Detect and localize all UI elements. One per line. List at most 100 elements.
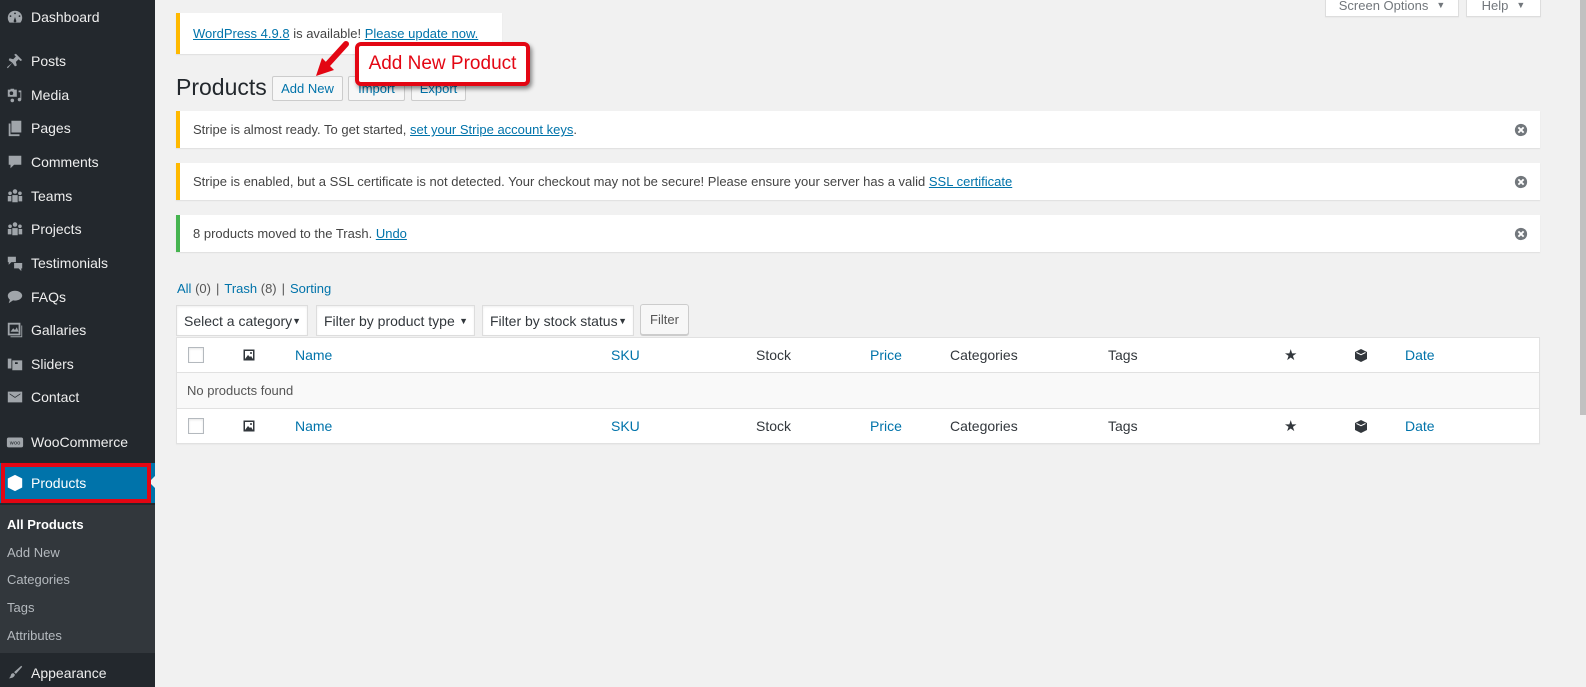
screen-options-button[interactable]: Screen Options ▼ (1325, 0, 1459, 17)
category-select[interactable]: Select a category ▼ (176, 305, 308, 336)
tags-column-header: Tags (1108, 347, 1138, 363)
page-title: Products (176, 74, 267, 100)
product-box-icon (0, 474, 30, 492)
select-all-checkbox-footer[interactable] (188, 418, 204, 434)
sidebar-item-label: Products (31, 475, 87, 491)
sidebar-item-label: Teams (31, 188, 73, 204)
update-now-link[interactable]: Please update now. (365, 26, 478, 41)
testimonial-icon (0, 254, 30, 272)
caret-down-icon: ▼ (1516, 0, 1526, 10)
sidebar-item-products[interactable]: Products (0, 463, 155, 503)
star-icon[interactable]: ★ (1284, 409, 1297, 443)
image-icon (243, 349, 255, 361)
submenu-categories[interactable]: Categories (0, 566, 155, 594)
groups-icon (0, 220, 30, 238)
dismiss-icon[interactable] (1514, 123, 1528, 137)
sidebar-item-pages[interactable]: Pages (0, 111, 155, 145)
tags-column-footer: Tags (1108, 418, 1138, 434)
price-column-footer[interactable]: Price (870, 409, 902, 443)
name-column-footer[interactable]: Name (295, 409, 332, 443)
sidebar-item-label: Dashboard (31, 9, 100, 25)
notice-suffix: . (573, 122, 577, 137)
sidebar-item-faqs[interactable]: FAQs (0, 280, 155, 314)
help-label: Help (1481, 0, 1509, 13)
view-trash[interactable]: Trash (8) (224, 281, 276, 296)
sidebar-item-testimonials[interactable]: Testimonials (0, 246, 155, 280)
sidebar-item-projects[interactable]: Projects (0, 212, 155, 246)
svg-text:woo: woo (10, 441, 21, 447)
sidebar-item-woocommerce[interactable]: woo WooCommerce (0, 425, 155, 459)
submenu-attributes[interactable]: Attributes (0, 621, 155, 649)
category-select-value: Select a category (184, 312, 293, 329)
price-column-header[interactable]: Price (870, 338, 902, 372)
products-submenu: All Products Add New Categories Tags Att… (0, 505, 155, 653)
notice-text: 8 products moved to the Trash. (193, 226, 376, 241)
sidebar-item-comments[interactable]: Comments (0, 145, 155, 179)
view-sorting-link[interactable]: Sorting (290, 281, 331, 296)
ssl-certificate-link[interactable]: SSL certificate (929, 174, 1012, 189)
stock-status-select-value: Filter by stock status (490, 312, 618, 329)
filter-button[interactable]: Filter (640, 304, 689, 335)
view-filters: All (0) | Trash (8) | Sorting (177, 281, 331, 296)
wordpress-version-link[interactable]: WordPress 4.9.8 (193, 26, 290, 41)
table-empty-row: No products found (177, 373, 1539, 408)
sidebar-item-posts[interactable]: Posts (0, 44, 155, 78)
annotation-arrow-icon (316, 41, 349, 76)
comment-icon (0, 153, 30, 171)
woocommerce-icon: woo (0, 433, 30, 451)
gallery-icon (0, 321, 30, 339)
view-all-link[interactable]: All (177, 281, 191, 296)
view-all[interactable]: All (0) (177, 281, 211, 296)
notice-text: Stripe is almost ready. To get started, (193, 122, 411, 137)
star-icon[interactable]: ★ (1284, 338, 1297, 372)
sidebar-item-dashboard[interactable]: Dashboard (0, 0, 155, 34)
screen-options-label: Screen Options (1338, 0, 1429, 13)
categories-column-footer: Categories (950, 418, 1018, 434)
undo-link[interactable]: Undo (376, 226, 407, 241)
sku-column-footer[interactable]: SKU (611, 409, 640, 443)
date-column-header[interactable]: Date (1405, 338, 1435, 372)
pages-icon (0, 119, 30, 137)
trash-notice: 8 products moved to the Trash. Undo (176, 215, 1540, 252)
sidebar-item-appearance[interactable]: Appearance (0, 656, 155, 687)
table-footer-row: Name SKU Stock Price Categories Tags ★ D… (177, 408, 1539, 443)
submenu-add-new[interactable]: Add New (0, 539, 155, 567)
stock-column-footer: Stock (756, 418, 792, 434)
view-sorting[interactable]: Sorting (290, 281, 331, 296)
media-icon (0, 86, 30, 104)
stock-status-select[interactable]: Filter by stock status ▼ (482, 305, 634, 336)
dismiss-icon[interactable] (1514, 175, 1528, 189)
sidebar-item-contact[interactable]: Contact (0, 380, 155, 414)
sidebar-item-label: WooCommerce (31, 434, 128, 450)
sidebar-item-gallaries[interactable]: Gallaries (0, 313, 155, 347)
product-type-icon (1355, 409, 1367, 443)
submenu-tags[interactable]: Tags (0, 594, 155, 622)
view-trash-link[interactable]: Trash (224, 281, 257, 296)
groups-icon (0, 187, 30, 205)
sku-column-header[interactable]: SKU (611, 338, 640, 372)
stripe-keys-link[interactable]: set your Stripe account keys (410, 122, 573, 137)
stripe-ssl-notice: Stripe is enabled, but a SSL certificate… (176, 163, 1540, 200)
scrollbar-thumb[interactable] (1580, 0, 1586, 415)
date-column-footer[interactable]: Date (1405, 409, 1435, 443)
sidebar-item-label: Gallaries (31, 322, 87, 338)
slides-icon (0, 355, 30, 373)
sidebar-item-sliders[interactable]: Sliders (0, 347, 155, 381)
sidebar-item-label: Appearance (31, 665, 107, 681)
dismiss-icon[interactable] (1514, 227, 1528, 241)
sidebar-item-teams[interactable]: Teams (0, 179, 155, 213)
sidebar-item-media[interactable]: Media (0, 78, 155, 112)
current-menu-pointer (149, 474, 157, 490)
select-all-checkbox[interactable] (188, 347, 204, 363)
product-type-select[interactable]: Filter by product type ▼ (316, 305, 475, 336)
caret-down-icon: ▼ (459, 315, 468, 326)
caret-down-icon: ▼ (292, 315, 301, 326)
caret-down-icon: ▼ (1436, 0, 1446, 10)
name-column-header[interactable]: Name (295, 338, 332, 372)
sidebar-item-label: Projects (31, 221, 82, 237)
dashboard-icon (0, 8, 30, 26)
view-count: (0) (195, 281, 211, 296)
help-button[interactable]: Help ▼ (1466, 0, 1541, 17)
sidebar-item-label: Testimonials (31, 255, 109, 271)
submenu-all-products[interactable]: All Products (0, 511, 155, 539)
